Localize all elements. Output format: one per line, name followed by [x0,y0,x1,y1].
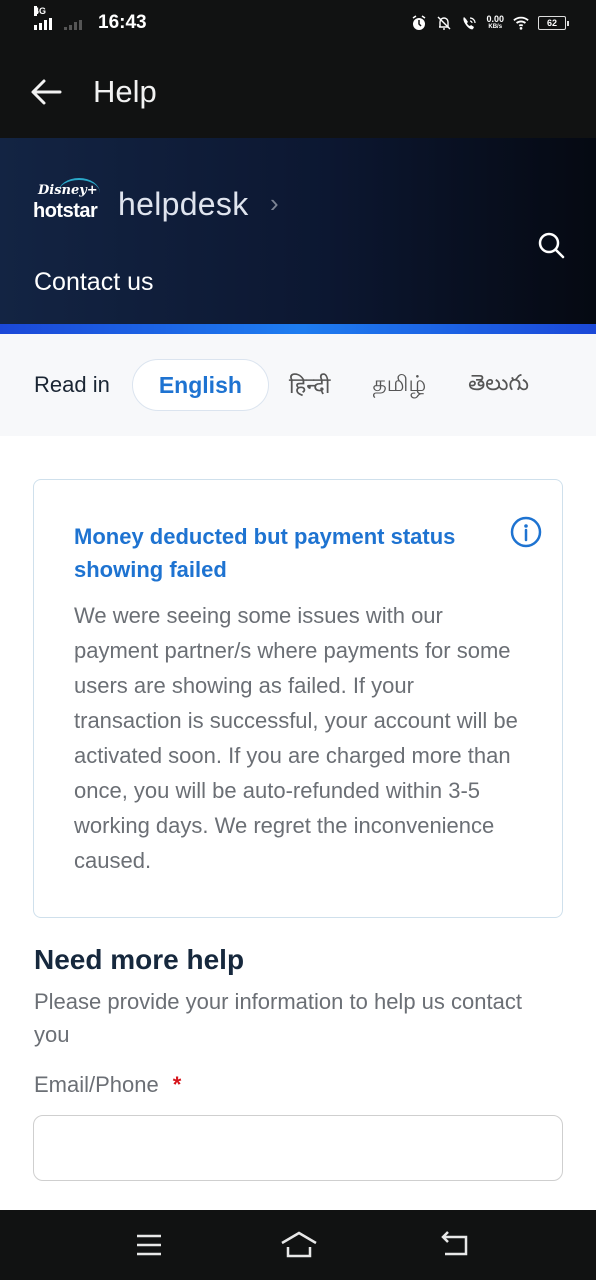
language-tamil[interactable]: தமிழ் [372,371,426,400]
accent-bar [0,324,596,334]
email-phone-input[interactable] [33,1115,563,1181]
language-label: Read in [34,372,110,397]
alarm-icon [411,15,427,31]
notice-body: We were seeing some issues with our paym… [74,603,518,873]
email-phone-label-text: Email/Phone [34,1072,159,1097]
language-telugu[interactable]: తెలుగు [468,370,529,401]
menu-icon[interactable] [134,1230,166,1260]
app-title: Help [93,74,157,109]
helpdesk-header: Disney+ hotstar helpdesk › Contact us [0,138,596,334]
page-title: Contact us [34,268,154,296]
bell-off-icon [436,15,452,31]
network-type: 4G [34,6,47,16]
chevron-right-icon: › [270,188,279,218]
logo-disney-text: Disney+ [38,183,98,198]
app-bar: Help [0,46,596,138]
language-english[interactable]: English [131,359,269,411]
language-selector: Read in English हिन्दी தமிழ் తెలుగు [0,334,596,436]
wifi-icon [513,15,529,31]
back-icon[interactable] [440,1230,472,1260]
speed-unit: KB/s [488,24,503,30]
status-bar: 4G 16:43 0.00 KB/s 62 [0,0,596,46]
arrow-left-icon[interactable] [30,75,64,109]
wifi-calling-icon [461,15,477,31]
breadcrumb-helpdesk[interactable]: helpdesk [118,186,249,223]
section-heading: Need more help [34,944,245,975]
email-phone-label: Email/Phone * [34,1072,181,1098]
language-hindi[interactable]: हिन्दी [289,370,331,400]
disney-hotstar-logo[interactable]: Disney+ hotstar [33,178,105,228]
search-icon[interactable] [536,230,566,260]
home-icon[interactable] [280,1230,318,1260]
notice-card: Money deducted but payment status showin… [33,479,563,918]
clock: 16:43 [98,12,147,33]
notice-title: Money deducted but payment status showin… [74,524,456,582]
network-speed: 0.00 KB/s [486,15,504,31]
section-subheading: Please provide your information to help … [34,989,522,1047]
battery-level: 62 [546,18,557,28]
signal-icon: 4G [34,6,52,30]
battery-icon: 62 [538,16,569,30]
logo-hotstar-text: hotstar [33,200,98,222]
signal-weak-icon [64,16,82,30]
required-marker: * [172,1072,182,1097]
system-nav-bar [0,1210,596,1280]
info-icon[interactable] [510,516,542,548]
